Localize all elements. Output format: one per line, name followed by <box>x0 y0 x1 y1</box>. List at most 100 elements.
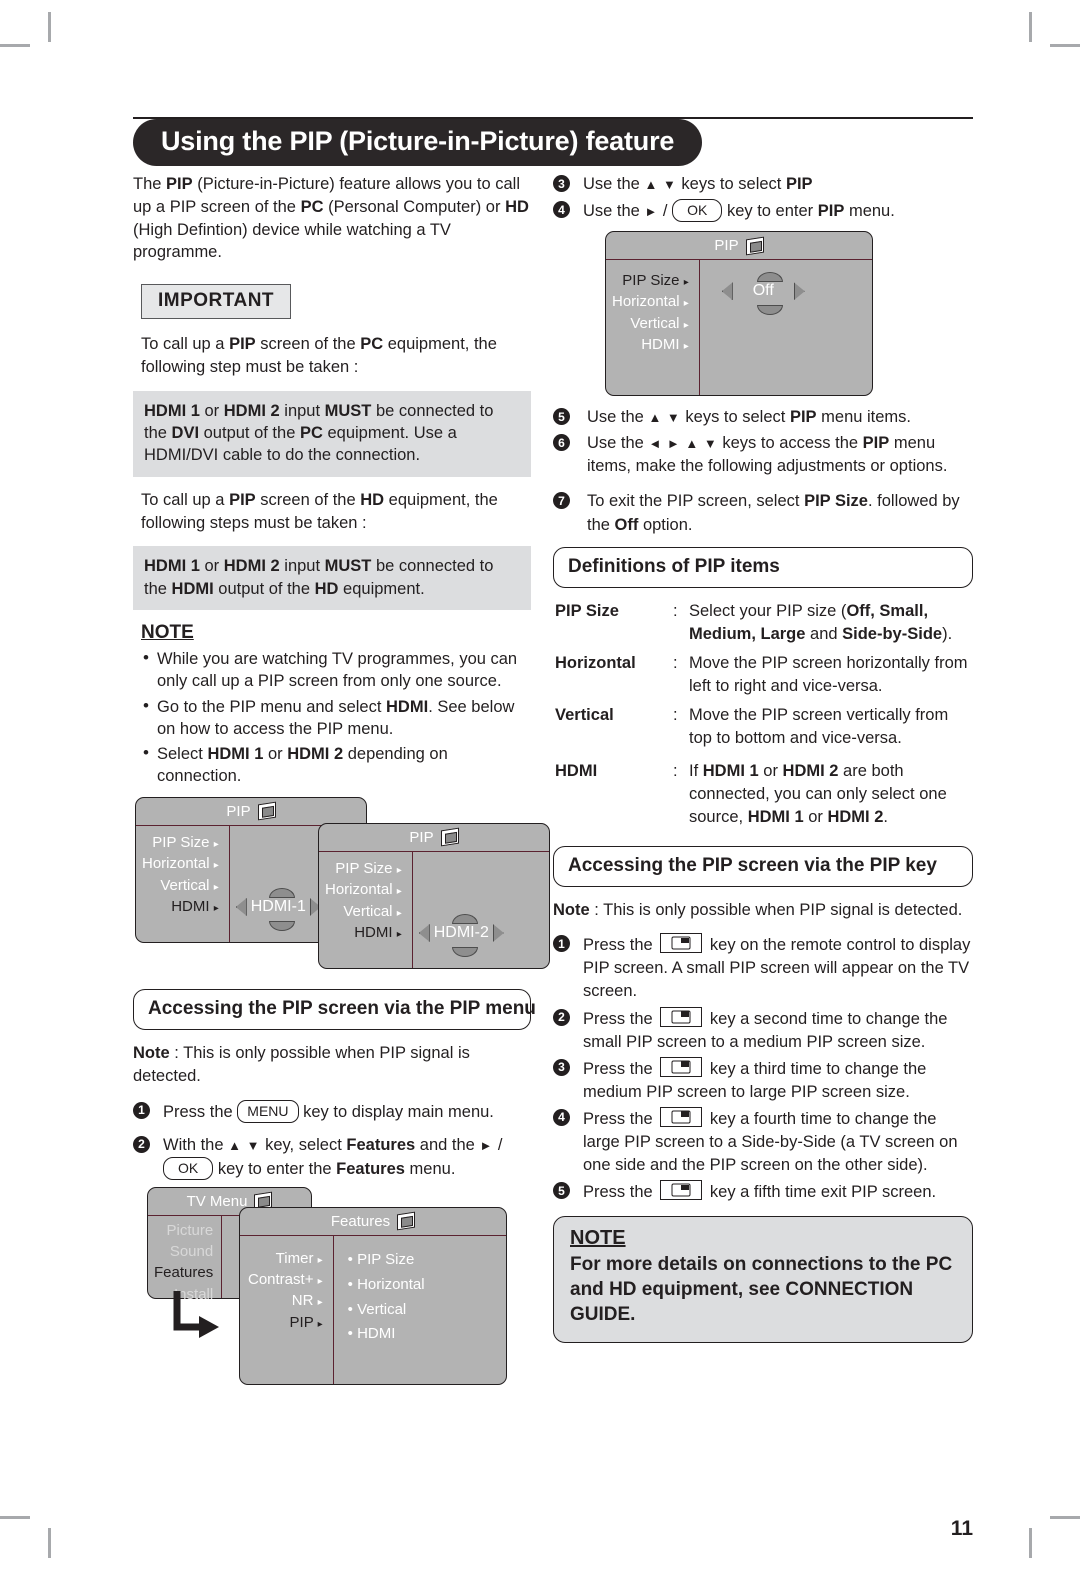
pip-key-icon[interactable] <box>660 1180 703 1201</box>
osd-item-list: Picture Sound Features Install <box>148 1215 223 1303</box>
osd-title: PIP <box>714 237 739 255</box>
step-number: 2 <box>553 1008 570 1026</box>
osd-item[interactable]: Vertical ▸ <box>325 901 401 922</box>
osd-item-selected[interactable]: PIP ▸ <box>248 1312 323 1333</box>
osd-title: PIP <box>409 828 434 846</box>
osd-titlebar: Features <box>240 1208 506 1236</box>
pip-key-icon[interactable] <box>660 1106 703 1127</box>
osd-item[interactable]: Picture <box>154 1220 214 1241</box>
chevron-left-icon[interactable] <box>721 282 733 301</box>
osd-body: PIP Size ▸ Horizontal ▸ Vertical ▸ HDMI … <box>319 851 549 968</box>
step-text-bold: Features <box>346 1135 416 1154</box>
ok-key[interactable]: OK <box>163 1156 214 1180</box>
chevron-left-icon[interactable] <box>235 897 247 916</box>
osd-subitem[interactable]: Vertical <box>348 1298 506 1323</box>
osd-value-cluster: HDMI-1 <box>235 897 321 916</box>
osd-item[interactable]: PIP Size ▸ <box>142 832 218 853</box>
step-number: 4 <box>553 201 570 219</box>
pc-lead-text: To call up a PIP screen of the PC equipm… <box>141 335 497 376</box>
osd-hdmi-pair-graphic: PIP PIP Size ▸ Horizontal ▸ Vertical ▸ H… <box>135 796 550 975</box>
step-menu-1: 1 Press the MENU key to display main men… <box>133 1099 531 1124</box>
step-number: 6 <box>553 434 570 452</box>
note-list: While you are watching TV programmes, yo… <box>141 647 531 787</box>
chevron-right-icon[interactable] <box>492 923 504 942</box>
step-text-post: key a fifth time exit PIP screen. <box>709 1183 937 1202</box>
step-number: 1 <box>133 1101 150 1119</box>
osd-title: PIP <box>226 802 251 820</box>
chevron-up-icon[interactable] <box>756 272 783 283</box>
osd-item-selected[interactable]: HDMI ▸ <box>325 922 402 943</box>
step-text-end: menu. <box>409 1159 456 1178</box>
page-title: Using the PIP (Picture-in-Picture) featu… <box>133 119 703 166</box>
osd-item[interactable]: Contrast+ ▸ <box>248 1269 323 1290</box>
key-step-3: 3 Press the key a third time to change t… <box>553 1056 973 1104</box>
note-pip-menu: Note : This is only possible when PIP si… <box>133 1043 470 1085</box>
pip-key-icon[interactable] <box>660 1056 703 1077</box>
crop-mark-top-left-h <box>0 44 30 47</box>
osd-value-pane: HDMI-2 <box>413 852 549 968</box>
osd-submenu-list: PIP Size Horizontal Vertical HDMI <box>334 1236 506 1384</box>
chevron-down-icon[interactable] <box>756 305 783 316</box>
osd-item[interactable]: Horizontal ▸ <box>325 879 402 900</box>
key-step-1: 1 Press the key on the remote control to… <box>553 933 973 1003</box>
crop-mark-bottom-right <box>1029 1528 1032 1558</box>
osd-item[interactable]: Horizontal ▸ <box>142 853 219 874</box>
osd-item-selected[interactable]: HDMI ▸ <box>142 896 219 917</box>
definition-desc: Move the PIP screen vertically from top … <box>689 706 949 748</box>
chevron-down-icon[interactable] <box>268 920 295 931</box>
step-text-pre: Press the <box>583 1059 653 1078</box>
osd-item-selected[interactable]: Features <box>154 1262 213 1283</box>
key-step-4: 4 Press the key a fourth time to change … <box>553 1106 973 1177</box>
page-number: 11 <box>950 1517 973 1540</box>
step-text-pre: Press the <box>583 936 653 955</box>
osd-subitem[interactable]: HDMI <box>348 1322 506 1347</box>
osd-subitem[interactable]: Horizontal <box>348 1273 506 1298</box>
step-text-post: key to display main menu. <box>303 1102 494 1121</box>
osd-item[interactable]: Horizontal ▸ <box>612 291 689 312</box>
osd-item[interactable]: Timer ▸ <box>248 1248 323 1269</box>
osd-value-pane: Off <box>700 260 872 395</box>
list-item: While you are watching TV programmes, yo… <box>141 647 531 692</box>
step-4: 4 Use the ► / OK key to enter PIP menu. <box>553 199 973 223</box>
step-text-post: keys to select PIP <box>681 175 813 193</box>
osd-item[interactable]: Vertical ▸ <box>612 313 688 334</box>
pip-key-icon[interactable] <box>660 933 703 954</box>
chevron-right-icon[interactable] <box>793 282 805 301</box>
osd-value: HDMI-2 <box>433 923 489 941</box>
ok-key[interactable]: OK <box>672 199 723 223</box>
crop-mark-top-left <box>48 12 51 42</box>
osd-item[interactable]: Sound <box>154 1241 213 1262</box>
tv-icon <box>397 1211 416 1231</box>
osd-subitem[interactable]: PIP Size <box>348 1248 506 1273</box>
osd-item-selected[interactable]: PIP Size ▸ <box>612 270 688 291</box>
chevron-up-icon[interactable] <box>451 913 478 924</box>
definition-term: Vertical <box>555 706 614 725</box>
osd-titlebar: PIP <box>606 232 872 261</box>
step-text: Use the ◄ ► ▲ ▼ keys to access the PIP m… <box>587 434 948 476</box>
pip-key-icon[interactable] <box>660 1006 703 1027</box>
crop-mark-bottom-right-h <box>1050 1516 1080 1519</box>
osd-item-list: PIP Size ▸ Horizontal ▸ Vertical ▸ HDMI … <box>606 260 700 396</box>
osd-item[interactable]: Vertical ▸ <box>142 875 218 896</box>
chevron-up-icon[interactable] <box>268 887 295 898</box>
osd-item[interactable]: NR ▸ <box>248 1290 323 1311</box>
chevron-left-icon[interactable] <box>418 923 430 942</box>
step-number: 7 <box>553 492 570 510</box>
chevron-down-icon[interactable] <box>451 946 478 957</box>
step-number: 3 <box>553 175 570 192</box>
tv-icon <box>745 236 764 256</box>
osd-item[interactable]: HDMI ▸ <box>612 334 689 355</box>
step-text: To exit the PIP screen, select PIP Size.… <box>587 492 960 534</box>
osd-features-menu: Features Timer ▸ Contrast+ ▸ NR ▸ PIP ▸ … <box>239 1206 507 1385</box>
osd-item[interactable]: PIP Size ▸ <box>325 858 401 879</box>
osd-value: Off <box>752 282 774 300</box>
menu-key[interactable]: MENU <box>237 1099 299 1123</box>
arrow-up-down-icon: ▲ ▼ <box>644 177 677 192</box>
list-item: Select HDMI 1 or HDMI 2 depending on con… <box>141 742 531 787</box>
definition-colon: : <box>673 706 678 725</box>
definition-desc: Move the PIP screen horizontally from le… <box>689 653 968 695</box>
important-badge: IMPORTANT <box>141 284 292 320</box>
step-menu-2: 2 With the ▲ ▼ key, select Features and … <box>133 1134 531 1181</box>
step-text-post: key to enter PIP menu. <box>726 202 895 221</box>
step-number: 5 <box>553 408 570 426</box>
